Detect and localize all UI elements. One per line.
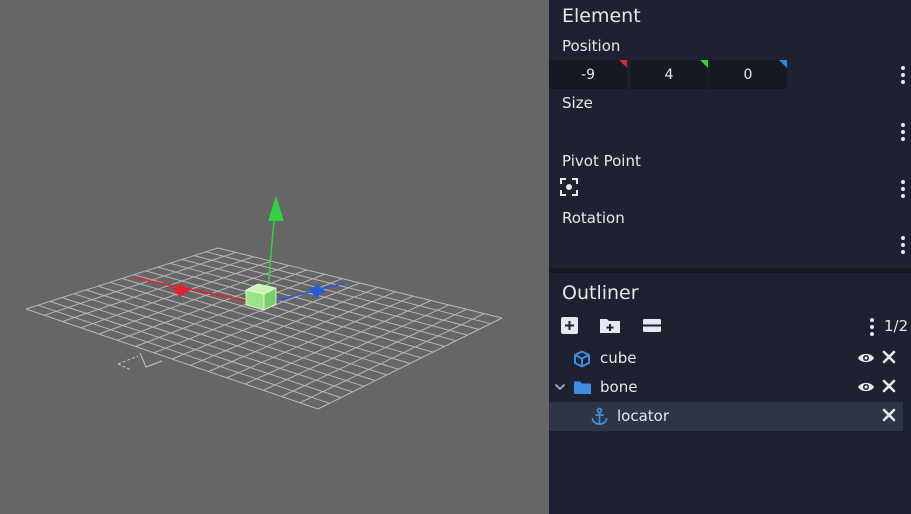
- collapse-all-icon[interactable]: [642, 316, 662, 335]
- cube-icon: [574, 350, 590, 368]
- rotation-menu-icon[interactable]: [901, 236, 905, 254]
- x-axis-marker: [619, 60, 627, 68]
- properties-panel: Element Position -9 4 0 Size Pivot Point…: [549, 0, 911, 514]
- chevron-down-icon[interactable]: [554, 383, 566, 391]
- grid-line: [281, 308, 467, 397]
- pivot-menu-icon[interactable]: [901, 180, 905, 198]
- viewport-scene: [25, 196, 503, 410]
- 3d-viewport[interactable]: [0, 0, 549, 514]
- add-group-icon[interactable]: [599, 316, 621, 335]
- remove-icon[interactable]: [882, 350, 896, 364]
- grid-line: [244, 300, 432, 385]
- outliner-item-label: locator: [617, 407, 670, 425]
- position-x-input[interactable]: -9: [549, 60, 627, 89]
- remove-icon[interactable]: [882, 379, 896, 393]
- panel-divider[interactable]: [549, 268, 911, 273]
- position-y-value: 4: [664, 66, 674, 83]
- z-arrow-handle[interactable]: [309, 285, 325, 298]
- outliner-page-count: 1/2: [884, 317, 909, 335]
- outliner-item-label: cube: [600, 349, 637, 367]
- grid-line: [85, 289, 376, 382]
- visibility-eye-icon[interactable]: [857, 352, 875, 364]
- visibility-eye-icon[interactable]: [857, 381, 875, 393]
- y-axis-marker: [700, 60, 708, 68]
- rotation-label: Rotation: [562, 209, 625, 227]
- add-cube-icon[interactable]: [560, 316, 579, 335]
- element-panel-title: Element: [562, 5, 641, 27]
- size-menu-icon[interactable]: [901, 123, 905, 141]
- outliner-item-bone[interactable]: bone: [549, 373, 903, 402]
- y-arrow-handle[interactable]: [268, 196, 284, 221]
- floor-grid: [25, 247, 503, 410]
- position-x-value: -9: [581, 66, 595, 83]
- pivot-point-label: Pivot Point: [562, 152, 641, 170]
- size-label: Size: [562, 94, 593, 112]
- position-menu-icon[interactable]: [901, 66, 905, 84]
- outliner-item-cube[interactable]: cube: [549, 344, 903, 373]
- anchor-icon: [591, 407, 608, 425]
- position-label: Position: [562, 37, 621, 55]
- position-y-input[interactable]: 4: [630, 60, 708, 89]
- focus-pivot-icon[interactable]: [560, 178, 578, 196]
- outliner-title: Outliner: [562, 282, 639, 304]
- remove-icon[interactable]: [882, 408, 896, 422]
- selected-cube[interactable]: [244, 283, 278, 311]
- position-z-value: 0: [743, 66, 753, 83]
- outliner-item-locator[interactable]: locator: [549, 402, 903, 431]
- grid-line: [317, 317, 503, 410]
- outliner-item-label: bone: [600, 378, 638, 396]
- grid-line: [25, 308, 319, 410]
- outliner-menu-icon[interactable]: [870, 318, 874, 336]
- grid-line: [299, 313, 485, 404]
- grid-line: [37, 304, 330, 404]
- grid-line: [263, 304, 450, 391]
- position-z-input[interactable]: 0: [709, 60, 787, 89]
- north-indicator-icon: [117, 352, 163, 371]
- z-axis-marker: [779, 60, 787, 68]
- folder-icon: [574, 381, 591, 394]
